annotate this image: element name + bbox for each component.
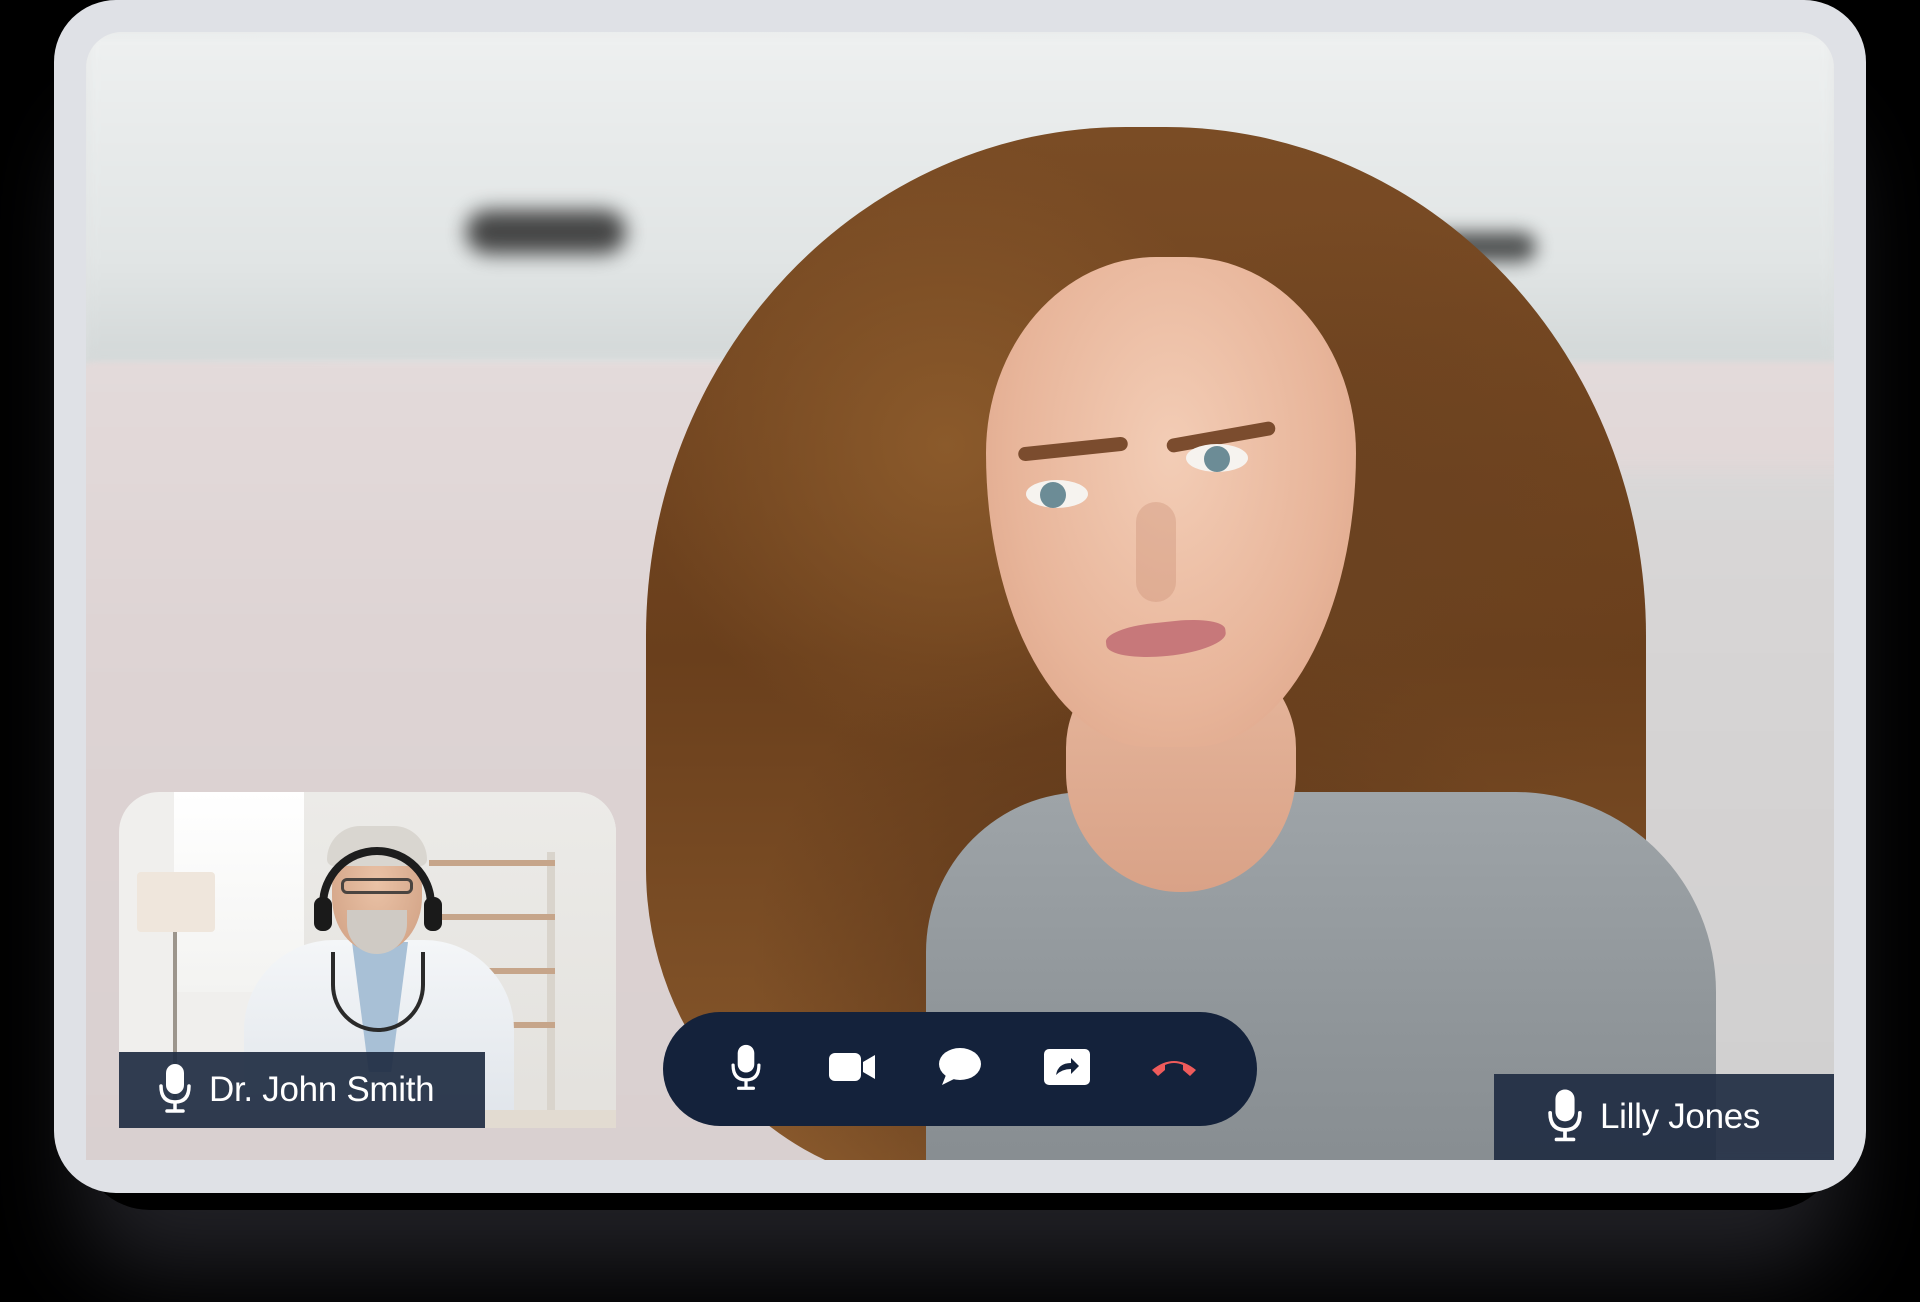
call-control-bar (663, 1012, 1257, 1126)
pip-shelf-post (547, 852, 555, 1128)
remote-participant-name-tag: Lilly Jones (1494, 1074, 1834, 1160)
pip-shelf (429, 860, 555, 866)
share-screen-button[interactable] (1027, 1029, 1107, 1109)
mute-button[interactable] (706, 1029, 786, 1109)
end-call-button[interactable] (1134, 1029, 1214, 1109)
local-participant-name-tag: Dr. John Smith (119, 1052, 485, 1128)
remote-participant-name: Lilly Jones (1600, 1097, 1761, 1136)
local-participant-name: Dr. John Smith (209, 1070, 435, 1109)
video-camera-icon (829, 1051, 877, 1088)
microphone-icon (159, 1062, 191, 1119)
microphone-icon (731, 1043, 761, 1096)
share-screen-icon (1043, 1048, 1090, 1090)
doctor-headset-earcup (424, 897, 442, 931)
pip-lamp-shade (137, 872, 215, 932)
participant-iris (1040, 482, 1066, 508)
doctor-headset-earcup (314, 897, 332, 931)
video-call-stage: Dr. John Smith Lilly Jones (0, 0, 1920, 1302)
participant-iris (1204, 446, 1230, 472)
chat-bubble-icon (938, 1047, 982, 1092)
camera-toggle-button[interactable] (813, 1029, 893, 1109)
participant-nose (1136, 502, 1176, 602)
pip-shelf (429, 914, 555, 920)
microphone-icon (1548, 1087, 1582, 1148)
chat-button[interactable] (920, 1029, 1000, 1109)
hang-up-icon (1150, 1056, 1198, 1083)
background-detail (466, 210, 626, 254)
